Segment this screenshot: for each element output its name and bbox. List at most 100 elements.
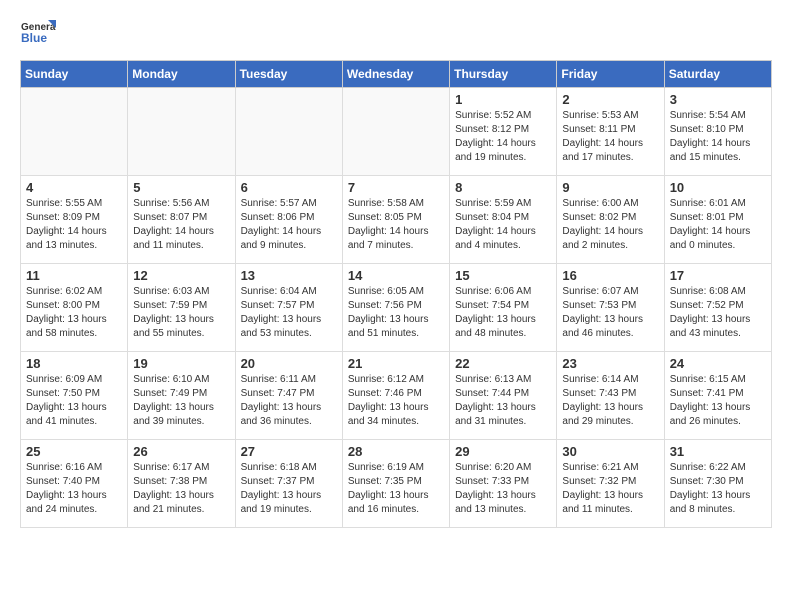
- calendar-cell: 10Sunrise: 6:01 AMSunset: 8:01 PMDayligh…: [664, 176, 771, 264]
- calendar-cell: 2Sunrise: 5:53 AMSunset: 8:11 PMDaylight…: [557, 88, 664, 176]
- calendar-cell: 18Sunrise: 6:09 AMSunset: 7:50 PMDayligh…: [21, 352, 128, 440]
- cell-text: and 51 minutes.: [348, 327, 444, 341]
- cell-text: and 15 minutes.: [670, 151, 766, 165]
- week-row-3: 11Sunrise: 6:02 AMSunset: 8:00 PMDayligh…: [21, 264, 772, 352]
- cell-text: Sunrise: 6:07 AM: [562, 285, 658, 299]
- cell-text: and 36 minutes.: [241, 415, 337, 429]
- cell-text: Daylight: 14 hours: [562, 225, 658, 239]
- cell-text: Sunset: 8:09 PM: [26, 211, 122, 225]
- cell-text: and 41 minutes.: [26, 415, 122, 429]
- cell-text: and 11 minutes.: [562, 503, 658, 517]
- cell-text: Daylight: 13 hours: [133, 401, 229, 415]
- header-cell-sunday: Sunday: [21, 61, 128, 88]
- day-number: 3: [670, 92, 766, 107]
- cell-text: Sunset: 7:32 PM: [562, 475, 658, 489]
- calendar-cell: 31Sunrise: 6:22 AMSunset: 7:30 PMDayligh…: [664, 440, 771, 528]
- header-cell-friday: Friday: [557, 61, 664, 88]
- cell-text: and 43 minutes.: [670, 327, 766, 341]
- cell-text: and 34 minutes.: [348, 415, 444, 429]
- cell-text: and 48 minutes.: [455, 327, 551, 341]
- cell-text: Daylight: 13 hours: [26, 489, 122, 503]
- cell-text: and 17 minutes.: [562, 151, 658, 165]
- calendar-cell: 21Sunrise: 6:12 AMSunset: 7:46 PMDayligh…: [342, 352, 449, 440]
- cell-text: Daylight: 13 hours: [670, 401, 766, 415]
- day-number: 7: [348, 180, 444, 195]
- cell-text: Sunrise: 6:09 AM: [26, 373, 122, 387]
- calendar-cell: 14Sunrise: 6:05 AMSunset: 7:56 PMDayligh…: [342, 264, 449, 352]
- cell-text: Sunset: 7:52 PM: [670, 299, 766, 313]
- cell-text: and 7 minutes.: [348, 239, 444, 253]
- calendar-cell: 19Sunrise: 6:10 AMSunset: 7:49 PMDayligh…: [128, 352, 235, 440]
- day-number: 13: [241, 268, 337, 283]
- day-number: 22: [455, 356, 551, 371]
- calendar-cell: [21, 88, 128, 176]
- cell-text: Sunset: 8:01 PM: [670, 211, 766, 225]
- calendar-cell: 9Sunrise: 6:00 AMSunset: 8:02 PMDaylight…: [557, 176, 664, 264]
- cell-text: Daylight: 13 hours: [562, 489, 658, 503]
- cell-text: Sunset: 7:47 PM: [241, 387, 337, 401]
- day-number: 21: [348, 356, 444, 371]
- cell-text: Sunrise: 6:14 AM: [562, 373, 658, 387]
- cell-text: Sunset: 7:56 PM: [348, 299, 444, 313]
- cell-text: Sunset: 7:53 PM: [562, 299, 658, 313]
- day-number: 5: [133, 180, 229, 195]
- cell-text: Sunrise: 6:17 AM: [133, 461, 229, 475]
- calendar-cell: [128, 88, 235, 176]
- cell-text: Daylight: 13 hours: [348, 489, 444, 503]
- day-number: 26: [133, 444, 229, 459]
- calendar-cell: 3Sunrise: 5:54 AMSunset: 8:10 PMDaylight…: [664, 88, 771, 176]
- cell-text: Daylight: 13 hours: [133, 313, 229, 327]
- cell-text: Sunset: 7:30 PM: [670, 475, 766, 489]
- cell-text: Sunset: 7:41 PM: [670, 387, 766, 401]
- calendar-cell: 25Sunrise: 6:16 AMSunset: 7:40 PMDayligh…: [21, 440, 128, 528]
- cell-text: and 58 minutes.: [26, 327, 122, 341]
- day-number: 30: [562, 444, 658, 459]
- cell-text: and 26 minutes.: [670, 415, 766, 429]
- day-number: 18: [26, 356, 122, 371]
- cell-text: Sunset: 7:38 PM: [133, 475, 229, 489]
- cell-text: Daylight: 13 hours: [348, 401, 444, 415]
- cell-text: Sunrise: 6:18 AM: [241, 461, 337, 475]
- day-number: 11: [26, 268, 122, 283]
- calendar-cell: 24Sunrise: 6:15 AMSunset: 7:41 PMDayligh…: [664, 352, 771, 440]
- cell-text: Sunrise: 6:00 AM: [562, 197, 658, 211]
- day-number: 27: [241, 444, 337, 459]
- cell-text: Daylight: 13 hours: [348, 313, 444, 327]
- cell-text: Daylight: 14 hours: [133, 225, 229, 239]
- cell-text: Daylight: 13 hours: [26, 313, 122, 327]
- cell-text: Daylight: 14 hours: [455, 225, 551, 239]
- cell-text: and 21 minutes.: [133, 503, 229, 517]
- day-number: 25: [26, 444, 122, 459]
- cell-text: Sunset: 8:11 PM: [562, 123, 658, 137]
- week-row-4: 18Sunrise: 6:09 AMSunset: 7:50 PMDayligh…: [21, 352, 772, 440]
- cell-text: and 9 minutes.: [241, 239, 337, 253]
- calendar-header-row: SundayMondayTuesdayWednesdayThursdayFrid…: [21, 61, 772, 88]
- calendar-cell: [235, 88, 342, 176]
- cell-text: and 46 minutes.: [562, 327, 658, 341]
- cell-text: Sunrise: 6:12 AM: [348, 373, 444, 387]
- day-number: 1: [455, 92, 551, 107]
- cell-text: Sunrise: 5:55 AM: [26, 197, 122, 211]
- cell-text: Daylight: 13 hours: [455, 489, 551, 503]
- cell-text: Sunset: 8:04 PM: [455, 211, 551, 225]
- cell-text: Sunrise: 6:15 AM: [670, 373, 766, 387]
- cell-text: Sunrise: 6:10 AM: [133, 373, 229, 387]
- cell-text: Sunrise: 6:01 AM: [670, 197, 766, 211]
- cell-text: and 0 minutes.: [670, 239, 766, 253]
- cell-text: Sunrise: 5:58 AM: [348, 197, 444, 211]
- header-cell-monday: Monday: [128, 61, 235, 88]
- cell-text: Sunset: 7:44 PM: [455, 387, 551, 401]
- cell-text: Sunrise: 6:02 AM: [26, 285, 122, 299]
- calendar-cell: 13Sunrise: 6:04 AMSunset: 7:57 PMDayligh…: [235, 264, 342, 352]
- day-number: 20: [241, 356, 337, 371]
- cell-text: and 19 minutes.: [455, 151, 551, 165]
- cell-text: Sunset: 7:35 PM: [348, 475, 444, 489]
- cell-text: Daylight: 14 hours: [670, 137, 766, 151]
- cell-text: Sunset: 7:57 PM: [241, 299, 337, 313]
- cell-text: Sunrise: 6:03 AM: [133, 285, 229, 299]
- calendar-cell: 26Sunrise: 6:17 AMSunset: 7:38 PMDayligh…: [128, 440, 235, 528]
- cell-text: and 16 minutes.: [348, 503, 444, 517]
- cell-text: and 8 minutes.: [670, 503, 766, 517]
- cell-text: Sunset: 7:59 PM: [133, 299, 229, 313]
- cell-text: Sunrise: 6:05 AM: [348, 285, 444, 299]
